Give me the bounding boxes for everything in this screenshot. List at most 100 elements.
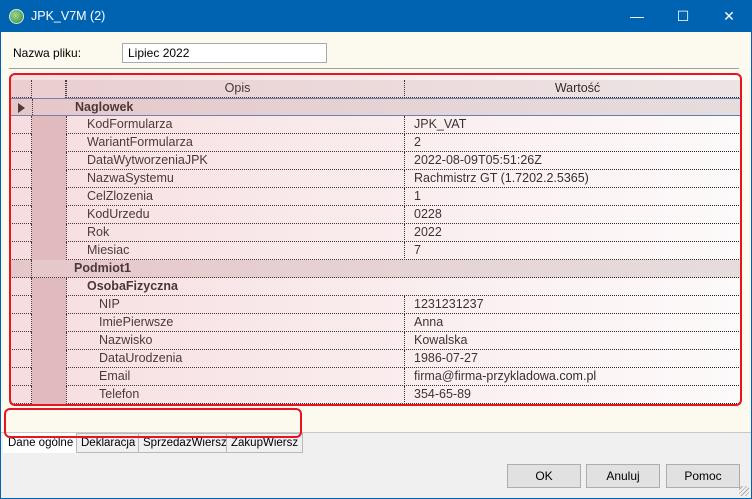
row-indent [32, 386, 66, 404]
grid-header: Opis Wartość [10, 80, 741, 98]
row-name: NIP [66, 296, 404, 314]
row-value[interactable]: 354-65-89 [404, 386, 741, 404]
grid-row[interactable]: Rok 2022 [10, 224, 741, 242]
row-indicator[interactable] [10, 242, 32, 260]
row-indicator[interactable] [10, 170, 32, 188]
grid-row[interactable]: NazwaSystemu Rachmistrz GT (1.7202.2.5365… [10, 170, 741, 188]
grid-row[interactable]: NIP 1231231237 [10, 296, 741, 314]
grid-row[interactable]: Telefon 354-65-89 [10, 386, 741, 404]
row-indent [32, 224, 66, 242]
row-name: Rok [66, 224, 404, 242]
row-indicator[interactable] [10, 260, 32, 278]
row-value[interactable]: firma@firma-przykladowa.com.pl [404, 368, 741, 386]
cancel-button[interactable]: Anuluj [586, 464, 660, 488]
row-value[interactable]: 1 [404, 188, 741, 206]
row-value[interactable]: 0228 [404, 206, 741, 224]
row-indent [32, 170, 66, 188]
row-indent [32, 314, 66, 332]
row-name: DataUrodzenia [66, 350, 404, 368]
minimize-button[interactable]: — [614, 0, 660, 32]
grid-row[interactable]: CelZlozenia 1 [10, 188, 741, 206]
divider [9, 68, 739, 69]
grid-row[interactable]: Naglowek [10, 98, 741, 117]
grid-row[interactable]: KodFormularza JPK_VAT [10, 116, 741, 134]
row-indicator[interactable] [10, 116, 32, 134]
tab-dane-ogolne[interactable]: Dane ogólne [3, 433, 79, 453]
row-value[interactable]: Rachmistrz GT (1.7202.2.5365) [404, 170, 741, 188]
row-name: KodUrzedu [66, 206, 404, 224]
row-indent [32, 368, 66, 386]
row-indent [32, 260, 66, 278]
file-name-input[interactable] [122, 43, 327, 63]
property-grid[interactable]: Opis Wartość Naglowek KodFormularza JPK_VA… [10, 75, 741, 405]
row-value[interactable]: 1231231237 [404, 296, 741, 314]
row-indent [32, 350, 66, 368]
grid-row[interactable]: OsobaFizyczna [10, 278, 741, 296]
row-value[interactable]: JPK_VAT [404, 116, 741, 134]
row-indicator[interactable] [10, 224, 32, 242]
row-indicator[interactable] [10, 296, 32, 314]
file-name-label: Nazwa pliku: [13, 46, 82, 60]
row-indent [32, 332, 66, 350]
grid-row[interactable]: WariantFormularza 2 [10, 134, 741, 152]
resize-grip[interactable] [739, 486, 749, 496]
row-value[interactable]: 2 [404, 134, 741, 152]
row-indicator[interactable] [10, 314, 32, 332]
row-name: Email [66, 368, 404, 386]
tab-sprzedaz-wiersz[interactable]: SprzedazWiersz [138, 433, 232, 453]
window-title: JPK_V7M (2) [31, 9, 106, 23]
row-indicator[interactable] [10, 332, 32, 350]
tab-zakup-wiersz[interactable]: ZakupWiersz [226, 433, 304, 453]
row-name: Naglowek [75, 100, 134, 114]
row-name: KodFormularza [66, 116, 404, 134]
column-header-opis[interactable]: Opis [66, 80, 404, 98]
header-indicator [10, 80, 32, 98]
help-button[interactable]: Pomoc [666, 464, 740, 488]
row-selector-arrow-icon[interactable] [11, 99, 33, 117]
maximize-button[interactable]: ☐ [660, 0, 706, 32]
row-indicator[interactable] [10, 206, 32, 224]
row-indicator[interactable] [10, 278, 32, 296]
row-value[interactable]: 1986-07-27 [404, 350, 741, 368]
row-indent [32, 296, 66, 314]
row-value[interactable]: Anna [404, 314, 741, 332]
row-indent [32, 206, 66, 224]
grid-row[interactable]: Miesiac 7 [10, 242, 741, 260]
grid-row[interactable]: Email firma@firma-przykladowa.com.pl [10, 368, 741, 386]
row-value[interactable]: 2022 [404, 224, 741, 242]
row-name: Nazwisko [66, 332, 404, 350]
header-indent [32, 80, 66, 98]
row-value[interactable]: 2022-08-09T05:51:26Z [404, 152, 741, 170]
ok-button[interactable]: OK [507, 464, 581, 488]
row-indent [32, 152, 66, 170]
row-indent [32, 242, 66, 260]
row-indent [32, 134, 66, 152]
row-value[interactable] [405, 99, 741, 117]
grid-row[interactable]: KodUrzedu 0228 [10, 206, 741, 224]
row-indicator[interactable] [10, 188, 32, 206]
row-value[interactable]: Kowalska [404, 332, 741, 350]
title-bar: JPK_V7M (2) — ☐ ✕ [0, 0, 752, 32]
grid-row[interactable]: DataWytworzeniaJPK 2022-08-09T05:51:26Z [10, 152, 741, 170]
close-button[interactable]: ✕ [706, 0, 752, 32]
row-indicator[interactable] [10, 368, 32, 386]
row-name: NazwaSystemu [66, 170, 404, 188]
column-header-wartosc[interactable]: Wartość [404, 80, 741, 98]
row-name: Podmiot1 [74, 261, 131, 275]
row-indicator[interactable] [10, 134, 32, 152]
row-name: ImiePierwsze [66, 314, 404, 332]
grid-row[interactable]: Podmiot1 [10, 260, 741, 278]
row-indicator[interactable] [10, 350, 32, 368]
row-indent [32, 278, 66, 296]
row-value[interactable] [404, 260, 741, 278]
tab-deklaracja[interactable]: Deklaracja [76, 433, 141, 453]
app-logo-icon [9, 9, 24, 24]
grid-row[interactable]: DataUrodzenia 1986-07-27 [10, 350, 741, 368]
row-name: CelZlozenia [66, 188, 404, 206]
row-value[interactable] [404, 278, 741, 296]
row-value[interactable]: 7 [404, 242, 741, 260]
row-indicator[interactable] [10, 152, 32, 170]
grid-row[interactable]: ImiePierwsze Anna [10, 314, 741, 332]
row-indicator[interactable] [10, 386, 32, 404]
grid-row[interactable]: Nazwisko Kowalska [10, 332, 741, 350]
